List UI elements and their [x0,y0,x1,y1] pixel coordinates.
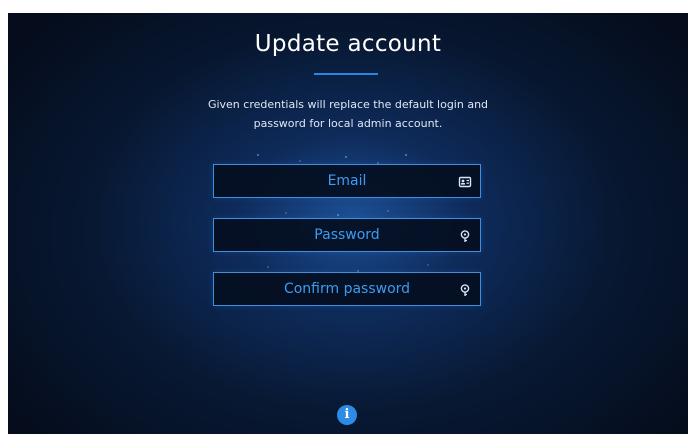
password-input[interactable] [214,219,480,251]
email-input[interactable] [214,165,480,197]
password-field[interactable] [213,218,481,252]
confirm-password-input[interactable] [214,273,480,305]
title-underline [314,73,378,75]
id-card-icon [458,176,472,188]
email-field[interactable] [213,164,481,198]
page-title: Update account [254,31,442,57]
page-description: Given credentials will replace the defau… [207,98,489,130]
key-icon [460,230,470,242]
update-account-screen: Update account Given credentials will re… [8,13,688,434]
info-icon[interactable]: i [337,405,357,425]
confirm-password-field[interactable] [213,272,481,306]
key-icon [460,284,470,296]
